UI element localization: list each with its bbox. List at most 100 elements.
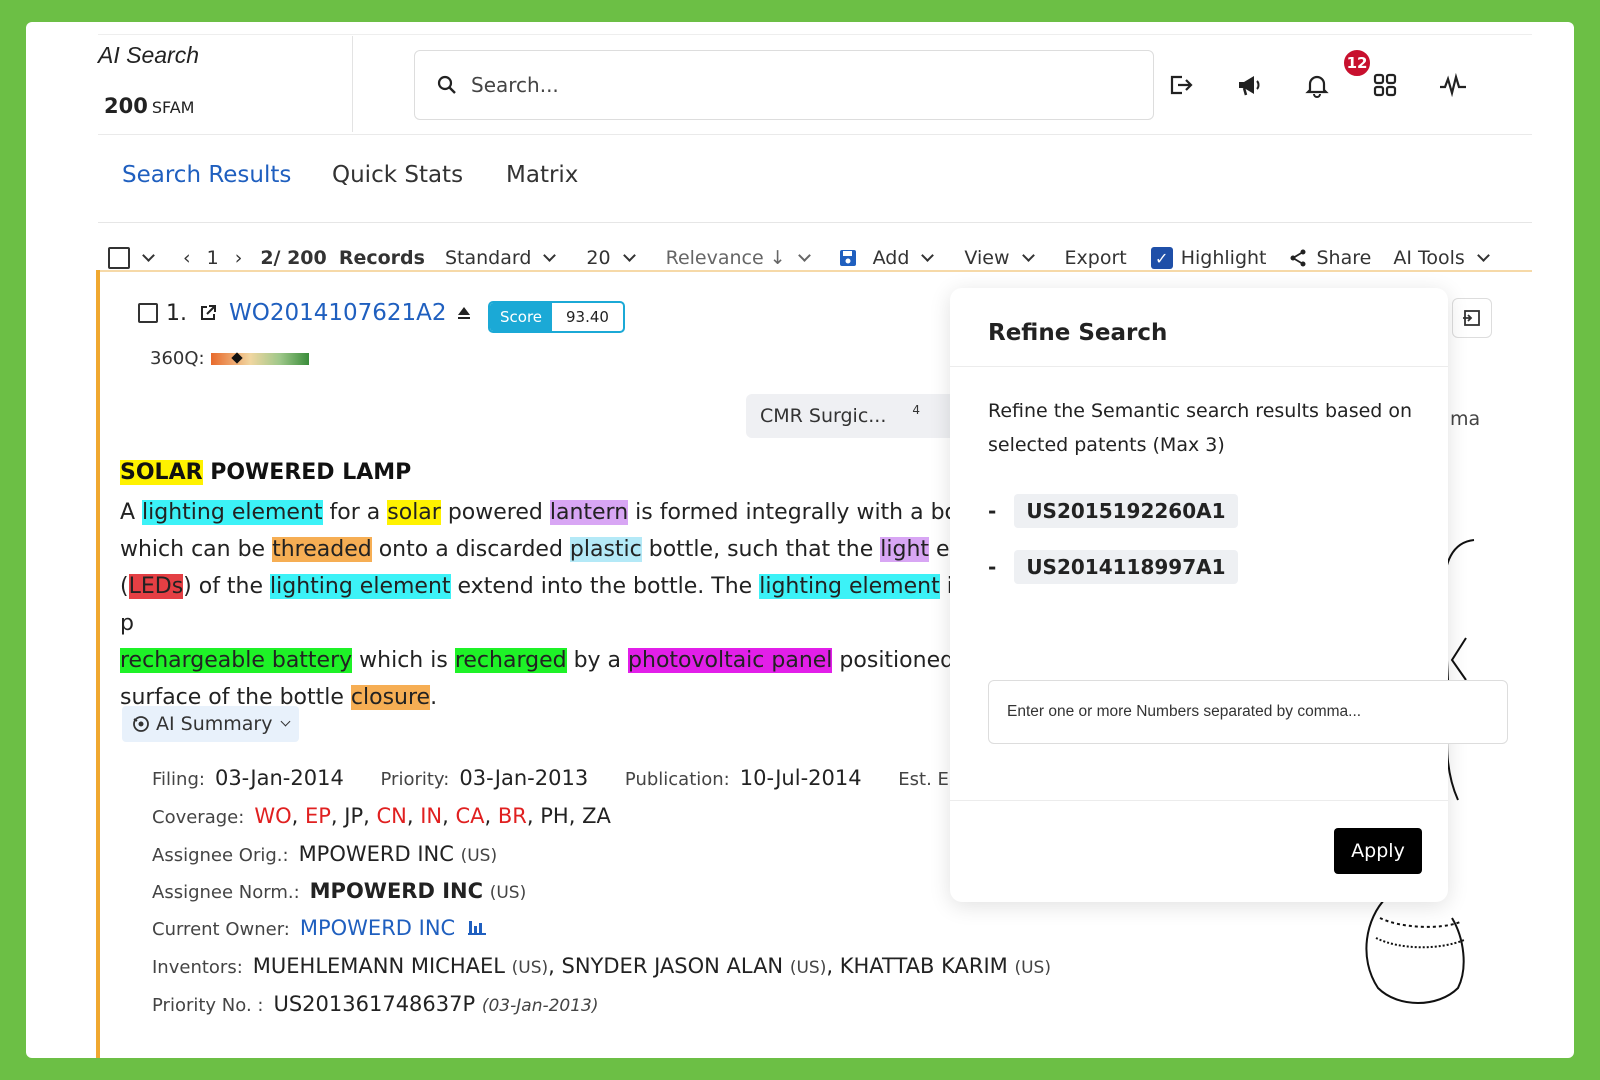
inventor-2: SNYDER JASON ALAN <box>561 954 784 978</box>
select-all-dropdown[interactable] <box>108 247 155 269</box>
select-all-checkbox[interactable] <box>108 247 130 269</box>
top-divider <box>98 34 1532 35</box>
tab-search-results[interactable]: Search Results <box>122 162 291 188</box>
page-number[interactable]: 1 <box>207 247 219 269</box>
assignee-orig-row: Assignee Orig.: MPOWERD INC (US) <box>152 842 497 866</box>
tab-quick-stats[interactable]: Quick Stats <box>332 162 463 188</box>
abstract-text: . <box>430 685 438 710</box>
chevron-down-icon <box>142 249 155 262</box>
export-button[interactable]: Export <box>1065 247 1127 269</box>
bar-chart-icon[interactable] <box>467 919 486 935</box>
assignee-norm-row: Assignee Norm.: MPOWERD INC (US) <box>152 879 526 903</box>
tab-matrix[interactable]: Matrix <box>506 162 578 188</box>
assignee-orig-country: (US) <box>460 846 498 866</box>
record-title: SOLAR POWERED LAMP <box>120 460 411 485</box>
activity-icon[interactable] <box>1436 68 1470 102</box>
chevron-down-icon <box>543 249 557 262</box>
export-label: Export <box>1064 247 1127 269</box>
add-label: Add <box>872 247 910 269</box>
highlighted-term: lighting element <box>142 500 323 525</box>
records-count-value: 2/ 200 <box>260 247 327 269</box>
selected-patent-number[interactable]: US2015192260A1 <box>1014 494 1238 528</box>
ai-tools-dropdown[interactable]: AI Tools <box>1393 247 1490 269</box>
owner-label: Current Owner: <box>152 919 290 940</box>
owner-link[interactable]: MPOWERD INC <box>300 916 455 940</box>
ai-summary-label: AI Summary <box>156 713 273 735</box>
abstract-text: which can be <box>120 537 273 562</box>
search-box[interactable] <box>414 50 1154 120</box>
coverage-country: IN <box>420 804 443 828</box>
highlighted-term: solar <box>387 500 441 525</box>
abstract-text: onto a discarded <box>371 537 570 562</box>
search-input[interactable] <box>471 73 1071 97</box>
highlighted-term: photovoltaic panel <box>628 648 833 673</box>
record-header: 1. WO2014107621A2 <box>138 300 471 326</box>
coverage-label: Coverage: <box>152 807 245 828</box>
header-vertical-divider <box>352 36 353 132</box>
abstract-text: is formed integrally with a bot <box>628 500 967 525</box>
view-dropdown[interactable]: View <box>964 247 1035 269</box>
header-divider <box>98 134 1532 135</box>
highlight-checkbox[interactable]: ✓ <box>1150 247 1173 269</box>
result-accent-bar <box>96 270 100 1058</box>
count-unit: SFAM <box>151 98 195 117</box>
assignee-orig-label: Assignee Orig.: <box>152 845 289 866</box>
inventor-1-country: (US) <box>511 958 549 978</box>
highlighted-term: light <box>880 537 930 562</box>
publication-label: Publication: <box>624 769 730 790</box>
search-icon <box>437 75 456 94</box>
bell-icon[interactable] <box>1300 68 1334 102</box>
q360-gradient-bar <box>210 351 309 365</box>
apply-button[interactable]: Apply <box>1334 828 1422 874</box>
selected-patent-item: - US2015192260A1 <box>988 494 1238 528</box>
logout-icon[interactable] <box>1164 68 1198 102</box>
external-link-icon[interactable] <box>199 304 217 322</box>
add-dropdown[interactable]: Add <box>839 247 935 269</box>
panel-footer-divider <box>950 800 1448 801</box>
filing-value: 03-Jan-2014 <box>214 766 344 790</box>
inventor-1: MUEHLEMANN MICHAEL <box>252 954 505 978</box>
highlighted-term: rechargeable battery <box>120 648 353 673</box>
view-mode-dropdown[interactable]: Standard <box>444 247 557 269</box>
ai-summary-button[interactable]: AI Summary <box>122 706 300 742</box>
tabs-divider <box>98 222 1532 223</box>
view-label: View <box>964 247 1010 269</box>
megaphone-icon[interactable] <box>1232 68 1266 102</box>
records-count: 2/ 200 Records <box>260 247 425 269</box>
chip-count: 4 <box>912 403 921 417</box>
save-icon <box>839 250 856 266</box>
record-checkbox[interactable] <box>138 303 158 323</box>
share-label: Share <box>1316 247 1372 269</box>
chevron-down-icon <box>281 716 291 727</box>
abstract-text: which is <box>352 648 455 673</box>
per-page-dropdown[interactable]: 20 <box>586 247 636 269</box>
share-icon <box>1290 249 1305 267</box>
highlight-toggle[interactable]: ✓ Highlight <box>1150 247 1267 269</box>
per-page-label: 20 <box>586 247 611 269</box>
sort-dropdown[interactable]: Relevance ↓ <box>665 247 811 269</box>
highlighted-term: recharged <box>454 648 567 673</box>
sort-label: Relevance ↓ <box>665 247 786 269</box>
highlighted-term: closure <box>350 685 431 710</box>
selected-patent-number[interactable]: US2014118997A1 <box>1014 550 1238 584</box>
est-expiry-label: Est. E: <box>898 769 955 790</box>
priority-label: Priority: <box>380 769 450 790</box>
apps-grid-icon[interactable] <box>1368 68 1402 102</box>
brand-title: AI Search <box>98 42 199 68</box>
patent-numbers-input[interactable] <box>988 680 1508 744</box>
prev-page-icon[interactable]: ‹ <box>183 247 191 269</box>
side-panel-toggle-icon[interactable] <box>1452 298 1492 338</box>
view-mode-label: Standard <box>444 247 532 269</box>
ai-summary-icon <box>133 716 149 732</box>
priority-no-label: Priority No. : <box>152 995 264 1016</box>
eject-icon <box>457 307 470 319</box>
app-frame: AI Search 200SFAM 12 Search Results Quic… <box>26 22 1574 1058</box>
next-page-icon[interactable]: › <box>235 247 243 269</box>
chevron-down-icon <box>622 249 636 262</box>
record-number-link[interactable]: WO2014107621A2 <box>229 300 447 326</box>
score-badge: Score 93.40 <box>488 301 625 333</box>
highlighted-term: lighting element <box>270 574 451 599</box>
score-value: 93.40 <box>566 308 609 326</box>
share-button[interactable]: Share <box>1289 247 1372 269</box>
dates-row: Filing: 03-Jan-2014 Priority: 03-Jan-2013 … <box>152 766 965 790</box>
